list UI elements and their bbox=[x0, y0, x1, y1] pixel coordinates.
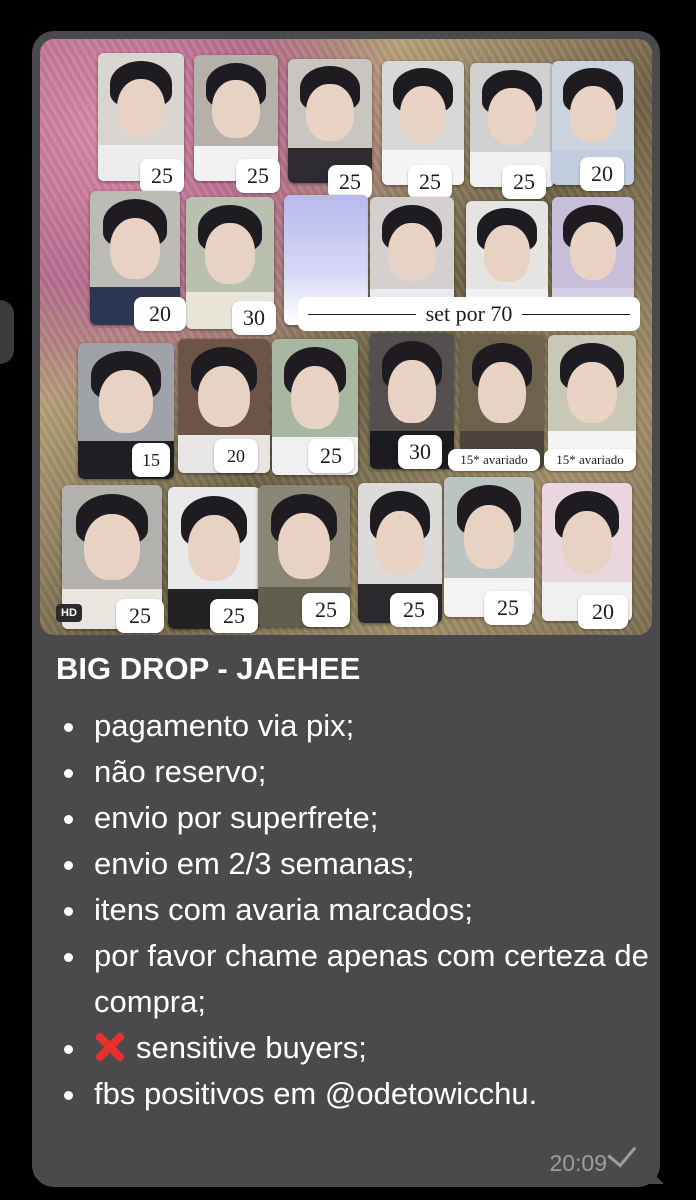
rules-list: pagamento via pix; não reservo; envio po… bbox=[54, 703, 654, 1117]
price-tag: 25 bbox=[484, 591, 532, 625]
cross-mark-icon bbox=[94, 1031, 126, 1063]
price-tag: 25 bbox=[502, 165, 546, 199]
hd-badge: HD bbox=[56, 604, 82, 622]
list-item: por favor chame apenas com certeza de co… bbox=[54, 933, 654, 1025]
list-item: sensitive buyers; bbox=[54, 1025, 654, 1071]
list-item-text: itens com avaria marcados; bbox=[94, 892, 474, 927]
list-item: envio por superfrete; bbox=[54, 795, 654, 841]
price-tag: 25 bbox=[236, 159, 280, 193]
price-tag: 25 bbox=[328, 165, 372, 199]
message-meta: 20:09 bbox=[549, 1137, 637, 1177]
photocard-photo[interactable]: 25 25 25 25 25 20 20 30 set por 70 15 20… bbox=[40, 39, 652, 635]
side-panel-handle[interactable] bbox=[0, 300, 14, 364]
price-tag: 25 bbox=[408, 165, 452, 199]
list-item: não reservo; bbox=[54, 749, 654, 795]
list-item-text: não reservo; bbox=[94, 754, 267, 789]
message-bubble[interactable]: 25 25 25 25 25 20 20 30 set por 70 15 20… bbox=[32, 31, 660, 1187]
set-price-banner: set por 70 bbox=[298, 297, 640, 331]
price-tag: 30 bbox=[398, 435, 442, 469]
price-tag: 15 bbox=[132, 443, 170, 477]
price-tag: 30 bbox=[232, 301, 276, 335]
price-tag: 25 bbox=[390, 593, 438, 627]
price-tag: 20 bbox=[134, 297, 186, 331]
list-item: pagamento via pix; bbox=[54, 703, 654, 749]
list-item-text: fbs positivos em @odetowicchu. bbox=[94, 1076, 538, 1111]
price-tag: 25 bbox=[116, 599, 164, 633]
set-price-label: set por 70 bbox=[425, 301, 513, 326]
price-tag: 25 bbox=[210, 599, 258, 633]
price-tag: 25 bbox=[308, 439, 354, 473]
list-item-text: por favor chame apenas com certeza de co… bbox=[94, 938, 649, 1019]
price-tag: 25 bbox=[140, 159, 184, 193]
message-title: BIG DROP - JAEHEE bbox=[56, 651, 361, 686]
price-tag: 25 bbox=[302, 593, 350, 627]
list-item: fbs positivos em @odetowicchu. bbox=[54, 1071, 654, 1117]
checkmark-icon bbox=[607, 1137, 637, 1168]
list-item: envio em 2/3 semanas; bbox=[54, 841, 654, 887]
price-tag: 20 bbox=[578, 595, 628, 629]
list-item-text: envio por superfrete; bbox=[94, 800, 379, 835]
list-item-text: pagamento via pix; bbox=[94, 708, 355, 743]
price-tag-damaged: 15* avariado bbox=[448, 449, 540, 471]
bubble-tail bbox=[642, 1162, 664, 1184]
list-item-text: sensitive buyers; bbox=[136, 1030, 367, 1065]
list-item: itens com avaria marcados; bbox=[54, 887, 654, 933]
price-tag-damaged: 15* avariado bbox=[544, 449, 636, 471]
price-tag: 20 bbox=[580, 157, 624, 191]
price-tag: 20 bbox=[214, 439, 258, 473]
message-timestamp: 20:09 bbox=[549, 1150, 607, 1176]
list-item-text: envio em 2/3 semanas; bbox=[94, 846, 415, 881]
